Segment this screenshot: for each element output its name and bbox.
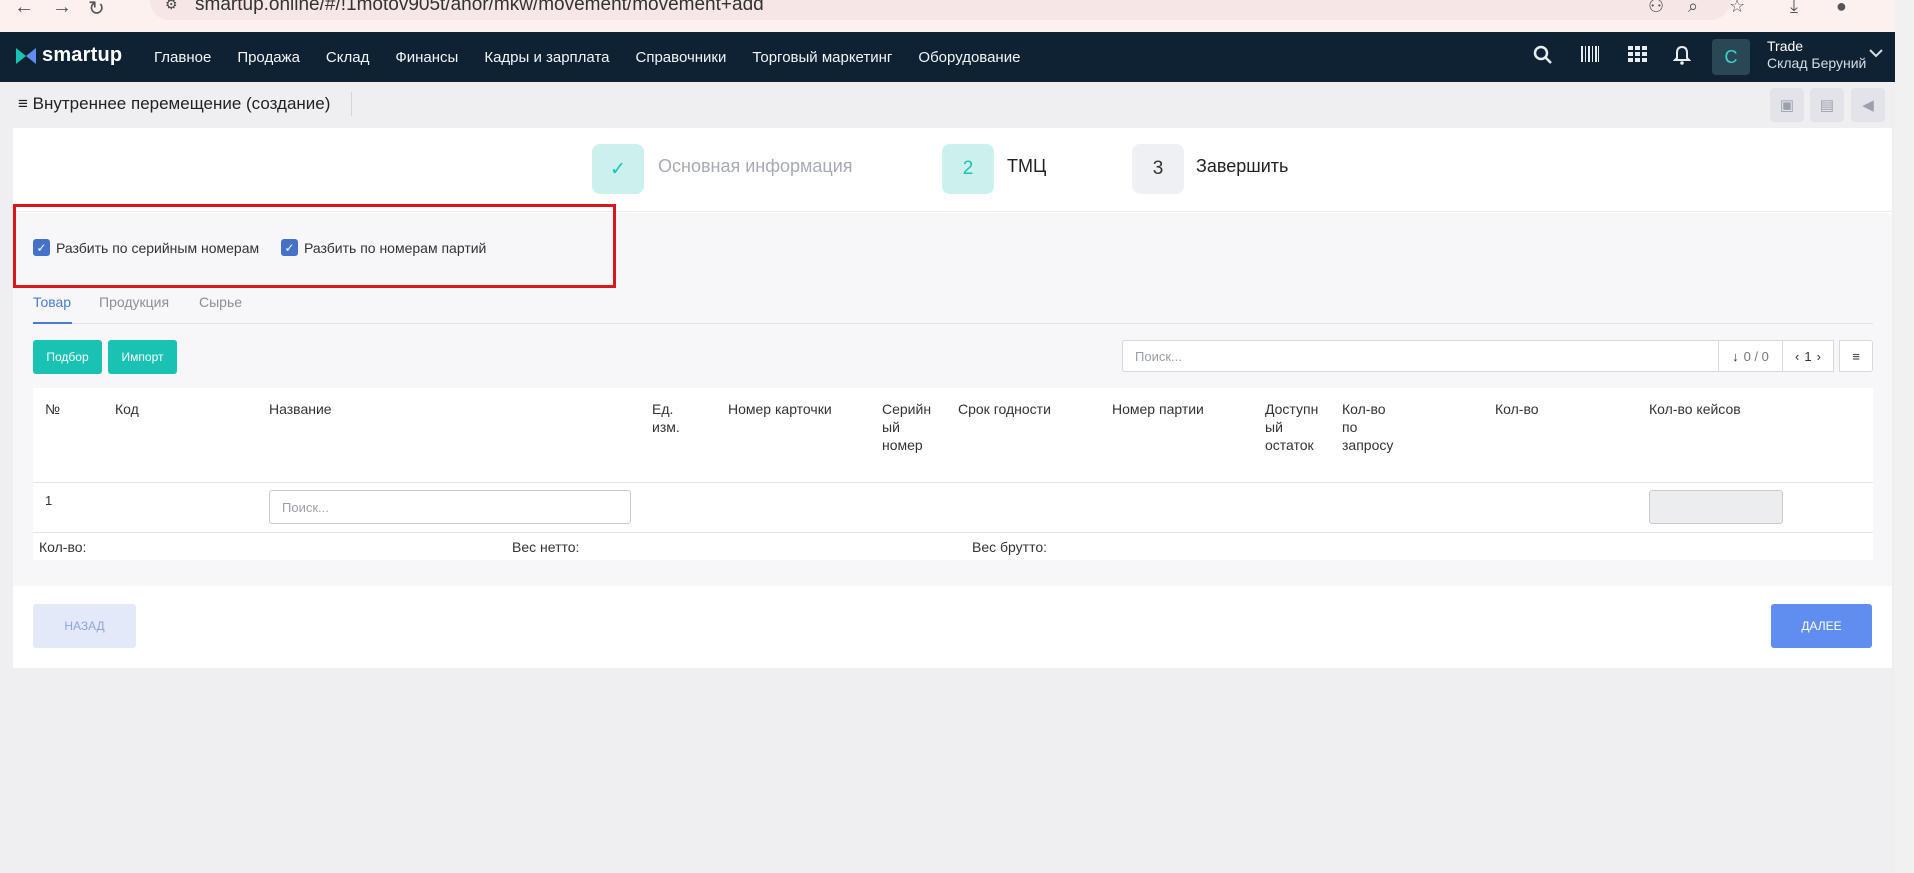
page-title-text: Внутреннее перемещение (создание) [32,94,331,113]
user-info[interactable]: Trade Склад Беруний [1767,38,1866,72]
main-menu: Главное Продажа Склад Финансы Кадры и за… [154,32,1046,82]
table-row: 1 Поиск... [33,483,1873,533]
nav-item-home[interactable]: Главное [154,49,211,66]
tab-products[interactable]: Продукция [99,294,169,310]
table-footer: Кол-во: Вес нетто: Вес брутто: [33,533,1873,560]
column-name[interactable]: Название [269,400,529,418]
net-weight-label: Вес нетто: [512,539,580,555]
item-tabs: Товар Продукция Сырье [33,290,1873,324]
pagination: ‹ 1 › [1782,340,1834,372]
apps-grid-icon[interactable] [1627,45,1647,69]
logo[interactable]: smartup [14,44,122,67]
profile-icon[interactable]: ● [1836,0,1847,17]
nav-item-finance[interactable]: Финансы [395,49,458,66]
nav-item-references[interactable]: Справочники [636,49,727,66]
calendar-icon[interactable]: ▣ [1770,88,1804,122]
import-button[interactable]: Импорт [108,340,177,374]
search-icon[interactable] [1533,45,1553,71]
top-navigation: smartup Главное Продажа Склад Финансы Ка… [0,32,1914,82]
next-button[interactable]: ДАЛЕЕ [1771,604,1872,648]
items-table: № Код Название Ед. изм. Номер карточки С… [33,388,1873,560]
column-requested-qty[interactable]: Кол-во по запросу [1342,400,1402,454]
chevron-down-icon[interactable] [1868,45,1884,63]
browser-toolbar: ← → ↻ ⚙ smartup.online/#/!1motov905t/ano… [0,0,1914,32]
bell-icon[interactable] [1672,45,1692,71]
page-scrollbar[interactable] [1895,0,1914,873]
divider [351,92,352,116]
items-panel: ✓ Разбить по серийным номерам ✓ Разбить … [13,204,1892,586]
page-title: ≡ Внутреннее перемещение (создание) [18,94,330,114]
step-1-check-icon[interactable]: ✓ [592,144,644,194]
split-serial-option[interactable]: ✓ Разбить по серийным номерам [33,239,259,256]
step-1-label[interactable]: Основная информация [658,156,853,177]
menu-icon[interactable]: ≡ [18,94,28,113]
product-search-input[interactable]: Поиск... [269,490,631,524]
bookmark-star-icon[interactable]: ☆ [1729,0,1745,17]
chevron-left-icon[interactable]: ‹ [1795,349,1799,364]
stepper: ✓ Основная информация 2 ТМЦ 3 Завершить [13,128,1892,212]
column-batch-number[interactable]: Номер партии [1112,400,1252,418]
avatar[interactable]: C [1712,39,1750,75]
split-batch-option[interactable]: ✓ Разбить по номерам партий [281,239,486,256]
back-button[interactable]: НАЗАД [33,604,136,648]
cases-qty-input[interactable] [1649,490,1783,524]
split-serial-checkbox[interactable]: ✓ [33,239,50,256]
site-settings-icon[interactable]: ⚙ [165,0,178,13]
megaphone-icon[interactable]: ◀ [1851,88,1885,122]
user-warehouse: Склад Беруний [1767,55,1867,71]
column-expiry-date[interactable]: Срок годности [958,400,1098,418]
column-available-balance[interactable]: Доступн ый остаток [1265,400,1327,454]
nav-item-warehouse[interactable]: Склад [326,49,369,66]
zoom-icon[interactable]: ⌕ [1688,0,1698,17]
split-serial-label: Разбить по серийным номерам [56,239,260,256]
column-code[interactable]: Код [115,400,225,418]
id-card-icon[interactable]: ▤ [1810,88,1844,122]
reload-icon[interactable]: ↻ [88,0,105,21]
chevron-right-icon[interactable]: › [1817,349,1821,364]
column-qty[interactable]: Кол-во [1495,400,1595,418]
user-name: Trade [1767,38,1804,54]
row-number: 1 [45,493,53,508]
search-input[interactable]: Поиск... [1122,340,1719,372]
forward-arrow-icon[interactable]: → [52,0,72,19]
logo-text: smartup [42,44,123,66]
step-3-badge[interactable]: 3 [1132,144,1184,194]
page-header: ≡ Внутреннее перемещение (создание) ▣ ▤ … [0,82,1895,128]
nav-item-trade-marketing[interactable]: Торговый маркетинг [752,49,892,66]
sort-counter[interactable]: ↓ 0 / 0 [1718,340,1783,372]
tab-raw-materials[interactable]: Сырье [199,294,242,310]
column-settings-icon[interactable]: ≡ [1839,340,1873,372]
split-batch-label: Разбить по номерам партий [304,239,487,256]
barcode-icon[interactable] [1580,45,1600,69]
url-text[interactable]: smartup.online/#/!1motov905t/anor/mkw/mo… [195,0,764,16]
step-3-label[interactable]: Завершить [1196,156,1288,177]
nav-item-hr[interactable]: Кадры и зарплата [484,49,609,66]
nav-item-equipment[interactable]: Оборудование [918,49,1020,66]
total-qty-label: Кол-во: [39,539,87,555]
table-header: № Код Название Ед. изм. Номер карточки С… [33,388,1873,483]
extension-icon[interactable]: ⚇ [1648,0,1664,17]
download-icon[interactable]: ⤓ [1790,0,1798,17]
step-2-label[interactable]: ТМЦ [1007,156,1046,177]
column-serial-number[interactable]: Серийн ый номер [882,400,942,454]
record-counter: 0 / 0 [1743,348,1769,364]
column-cases-qty[interactable]: Кол-во кейсов [1649,400,1789,418]
column-number[interactable]: № [45,400,85,418]
logo-mark-icon [14,45,38,67]
main-card: ✓ Основная информация 2 ТМЦ 3 Завершить … [13,128,1892,668]
step-2-badge[interactable]: 2 [942,144,994,194]
arrow-down-icon[interactable]: ↓ [1732,349,1739,364]
back-arrow-icon[interactable]: ← [14,0,34,19]
nav-item-sales[interactable]: Продажа [237,49,300,66]
active-tab-indicator [33,322,72,324]
page-number: 1 [1804,348,1812,364]
column-unit[interactable]: Ед. изм. [652,400,692,436]
pick-button[interactable]: Подбор [33,340,102,374]
tab-goods[interactable]: Товар [33,294,71,310]
column-card-number[interactable]: Номер карточки [728,400,868,418]
gross-weight-label: Вес брутто: [972,539,1048,555]
split-batch-checkbox[interactable]: ✓ [281,239,298,256]
